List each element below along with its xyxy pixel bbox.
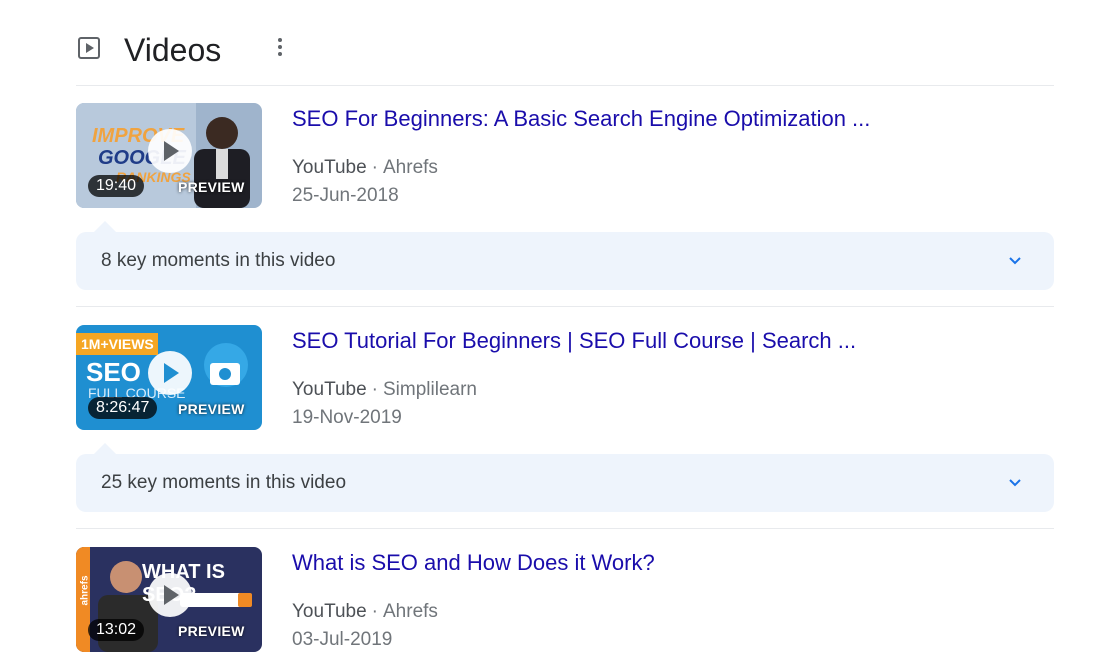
source-name: YouTube	[292, 157, 367, 178]
video-result-1: IMPROVE GOOGLE RANKINGS 19:40 PREVIEW SE…	[76, 103, 1054, 213]
video-result-3: WHAT IS SEO? ahrefs 13:02 PREVIEW What i…	[76, 547, 1054, 657]
video-title-link[interactable]: SEO Tutorial For Beginners | SEO Full Co…	[292, 326, 856, 356]
play-icon[interactable]	[148, 351, 192, 395]
video-thumbnail[interactable]: WHAT IS SEO? ahrefs 13:02 PREVIEW	[76, 547, 262, 652]
video-title-link[interactable]: SEO For Beginners: A Basic Search Engine…	[292, 104, 870, 134]
videos-header: Videos	[78, 22, 1054, 80]
more-vert-icon[interactable]	[274, 38, 286, 60]
play-icon[interactable]	[148, 129, 192, 173]
video-thumbnail[interactable]: 1M+VIEWS SEO FULL COURSE 8:26:47 PREVIEW	[76, 325, 262, 430]
video-result-2: 1M+VIEWS SEO FULL COURSE 8:26:47 PREVIEW…	[76, 325, 1054, 435]
play-square-icon	[78, 37, 100, 59]
channel-name: Ahrefs	[383, 601, 438, 622]
divider	[76, 306, 1054, 307]
source-name: YouTube	[292, 379, 367, 400]
play-icon[interactable]	[148, 573, 192, 617]
section-title: Videos	[124, 32, 222, 68]
divider	[76, 528, 1054, 529]
preview-label: PREVIEW	[178, 401, 245, 417]
publish-date: 03-Jul-2019	[292, 629, 393, 650]
key-moments-toggle[interactable]: 8 key moments in this video	[76, 232, 1054, 290]
preview-label: PREVIEW	[178, 179, 245, 195]
publish-date: 25-Jun-2018	[292, 185, 399, 206]
video-meta: YouTube · Simplilearn	[292, 377, 477, 403]
key-moments-toggle[interactable]: 25 key moments in this video	[76, 454, 1054, 512]
channel-name: Ahrefs	[383, 157, 438, 178]
thumbnail-brand: ahrefs	[79, 575, 91, 606]
video-meta: YouTube · Ahrefs	[292, 599, 438, 625]
video-thumbnail[interactable]: IMPROVE GOOGLE RANKINGS 19:40 PREVIEW	[76, 103, 262, 208]
duration-badge: 13:02	[88, 619, 145, 641]
publish-date: 19-Nov-2019	[292, 407, 402, 428]
video-title-link[interactable]: What is SEO and How Does it Work?	[292, 548, 655, 578]
source-name: YouTube	[292, 601, 367, 622]
separator: ·	[371, 157, 378, 178]
key-moments-label: 8 key moments in this video	[101, 250, 336, 271]
channel-name: Simplilearn	[383, 379, 477, 400]
separator: ·	[371, 379, 378, 400]
thumbnail-text: 1M+VIEWS	[81, 336, 154, 352]
duration-badge: 19:40	[88, 175, 145, 197]
divider	[76, 85, 1054, 86]
chevron-down-icon	[1009, 257, 1021, 265]
chevron-down-icon	[1009, 479, 1021, 487]
preview-label: PREVIEW	[178, 623, 245, 639]
duration-badge: 8:26:47	[88, 397, 158, 419]
key-moments-label: 25 key moments in this video	[101, 472, 347, 493]
thumbnail-text: SEO	[86, 357, 141, 387]
video-meta: YouTube · Ahrefs	[292, 155, 438, 181]
separator: ·	[371, 601, 378, 622]
